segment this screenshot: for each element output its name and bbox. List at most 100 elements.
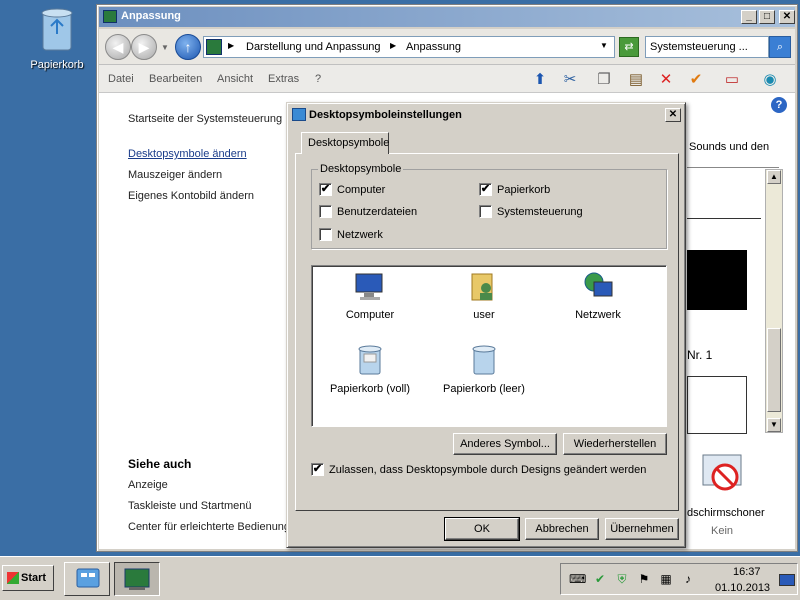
- breadcrumb-item-personalization[interactable]: Anpassung: [406, 41, 461, 53]
- start-button[interactable]: Start: [2, 565, 54, 591]
- search-input[interactable]: Systemsteuerung ...: [645, 36, 769, 58]
- tab-desktop-icons[interactable]: Desktopsymbole: [301, 132, 389, 154]
- control-panel-icon: [103, 10, 117, 23]
- breadcrumb-item-appearance[interactable]: Darstellung und Anpassung: [246, 41, 381, 53]
- delete-icon[interactable]: ✕: [655, 69, 677, 91]
- maximize-button[interactable]: □: [759, 10, 775, 24]
- tray-volume-icon[interactable]: ♪: [681, 572, 695, 586]
- window-titlebar[interactable]: Anpassung _ □ ✕: [99, 7, 795, 27]
- checkbox-recycle-bin[interactable]: ✔ Papierkorb: [479, 183, 550, 196]
- link-change-mouse-pointer[interactable]: Mauszeiger ändern: [128, 169, 222, 181]
- user-folder-icon: [471, 273, 493, 301]
- address-toolbar: ◀ ▶ ▼ ↑ ▶ Darstellung und Anpassung ▶ An…: [99, 29, 795, 65]
- checkbox-network-box[interactable]: [319, 228, 332, 241]
- checkbox-allow-themes[interactable]: ✔ Zulassen, dass Desktopsymbole durch De…: [311, 463, 646, 476]
- tray-sync-icon[interactable]: ✔: [593, 572, 607, 586]
- link-control-panel-home[interactable]: Startseite der Systemsteuerung: [128, 113, 282, 125]
- help-icon[interactable]: ?: [771, 97, 787, 113]
- link-change-desktop-icons[interactable]: Desktopsymbole ändern: [128, 148, 247, 160]
- checkbox-allow-themes-box[interactable]: ✔: [311, 463, 324, 476]
- checkbox-computer-box[interactable]: ✔: [319, 183, 332, 196]
- control-panel-taskbar-icon: [124, 568, 150, 590]
- start-label: Start: [21, 572, 47, 584]
- checkbox-computer-label: Computer: [337, 183, 386, 196]
- show-desktop-icon[interactable]: [779, 574, 795, 586]
- scroll-down-arrow[interactable]: ▼: [767, 418, 781, 432]
- menu-extras[interactable]: Extras: [268, 73, 299, 85]
- menu-help[interactable]: ?: [315, 73, 321, 85]
- checkbox-user-files-box[interactable]: [319, 205, 332, 218]
- ok-button[interactable]: OK: [444, 517, 520, 541]
- minimize-button[interactable]: _: [741, 10, 757, 24]
- list-item-label: Computer: [345, 309, 395, 321]
- menu-file[interactable]: Datei: [108, 73, 134, 85]
- list-item-label: user: [473, 309, 495, 321]
- restore-default-button[interactable]: Wiederherstellen: [563, 433, 667, 455]
- list-item-recycle-bin-empty[interactable]: Papierkorb (leer): [434, 344, 534, 395]
- change-icon-button[interactable]: Anderes Symbol...: [453, 433, 557, 455]
- close-button[interactable]: ✕: [779, 10, 795, 24]
- history-dropdown-icon[interactable]: ▼: [161, 43, 169, 52]
- menu-view[interactable]: Ansicht: [217, 73, 253, 85]
- up-folder-icon[interactable]: ⬆: [529, 69, 551, 91]
- icon-list[interactable]: Computer user Netzwerk Papierkorb (voll)…: [311, 265, 667, 427]
- link-ease-of-access[interactable]: Center für erleichterte Bedienung: [128, 521, 290, 533]
- search-button[interactable]: ⌕: [769, 36, 791, 58]
- dialog-close-button[interactable]: ✕: [665, 108, 681, 122]
- dialog-title: Desktopsymboleinstellungen: [309, 109, 462, 121]
- preview-scrollbar[interactable]: ▲ ▼: [765, 169, 783, 433]
- list-item-user[interactable]: user: [434, 272, 534, 321]
- taskbar-server-manager-button[interactable]: [64, 562, 110, 596]
- list-item-network[interactable]: Netzwerk: [548, 272, 648, 321]
- refresh-button[interactable]: ⇄: [619, 37, 639, 57]
- checkbox-network[interactable]: Netzwerk: [319, 228, 383, 241]
- link-taskbar-start-menu[interactable]: Taskleiste und Startmenü: [128, 500, 252, 512]
- address-dropdown-icon[interactable]: ▼: [600, 41, 608, 50]
- scroll-up-arrow[interactable]: ▲: [767, 170, 781, 184]
- screensaver-label[interactable]: dschirmschoner: [687, 507, 765, 519]
- list-item-recycle-bin-full[interactable]: Papierkorb (voll): [320, 344, 420, 395]
- cancel-button[interactable]: Abbrechen: [525, 518, 599, 540]
- address-bar[interactable]: ▶ Darstellung und Anpassung ▶ Anpassung …: [203, 36, 615, 58]
- taskbar-control-panel-button[interactable]: [114, 562, 160, 596]
- tray-flag-icon[interactable]: ⚑: [637, 572, 651, 586]
- see-also-heading: Siehe auch: [128, 457, 192, 471]
- sounds-text-fragment: Sounds und den: [689, 141, 770, 153]
- link-change-account-picture[interactable]: Eigenes Kontobild ändern: [128, 190, 254, 202]
- checkbox-user-files-label: Benutzerdateien: [337, 205, 418, 218]
- checkbox-control-panel[interactable]: Systemsteuerung: [479, 205, 583, 218]
- desktop-icon-recycle-bin[interactable]: Papierkorb: [22, 6, 92, 71]
- clock-date[interactable]: 01.10.2013: [715, 582, 770, 594]
- menu-edit[interactable]: Bearbeiten: [149, 73, 202, 85]
- checkbox-computer[interactable]: ✔ Computer: [319, 183, 385, 196]
- tray-network-icon[interactable]: ▦: [659, 572, 673, 586]
- clock-time[interactable]: 16:37: [733, 566, 761, 578]
- properties-icon[interactable]: ▭: [721, 69, 743, 91]
- checkbox-recycle-bin-box[interactable]: ✔: [479, 183, 492, 196]
- preview-monitor-screen: [687, 250, 747, 310]
- cut-icon[interactable]: ✂: [559, 69, 581, 91]
- paste-icon[interactable]: ▤: [625, 69, 647, 91]
- shell-icon[interactable]: ◉: [759, 69, 781, 91]
- window-title: Anpassung: [121, 10, 181, 22]
- breadcrumb-separator-icon: ▶: [228, 41, 235, 50]
- list-item-computer[interactable]: Computer: [320, 272, 420, 321]
- apply-button[interactable]: Übernehmen: [605, 518, 679, 540]
- screensaver-icon[interactable]: [699, 451, 745, 497]
- checkbox-control-panel-box[interactable]: [479, 205, 492, 218]
- server-manager-icon: [76, 568, 100, 588]
- link-display[interactable]: Anzeige: [128, 479, 168, 491]
- checkbox-allow-themes-label: Zulassen, dass Desktopsymbole durch Desi…: [329, 463, 647, 476]
- dialog-titlebar[interactable]: Desktopsymboleinstellungen ✕: [289, 105, 683, 125]
- recycle-bin-icon: [41, 8, 73, 51]
- forward-button[interactable]: ▶: [131, 34, 157, 60]
- tray-app-icon[interactable]: ⌨: [569, 572, 586, 586]
- back-button[interactable]: ◀: [105, 34, 131, 60]
- monitor-number-fragment: Nr. 1: [687, 348, 713, 362]
- up-button[interactable]: ↑: [175, 34, 201, 60]
- scroll-thumb[interactable]: [767, 328, 781, 412]
- checkmark-icon[interactable]: ✔: [685, 69, 707, 91]
- tray-shield-icon[interactable]: ⛨: [615, 572, 629, 586]
- checkbox-user-files[interactable]: Benutzerdateien: [319, 205, 417, 218]
- copy-icon[interactable]: ❐: [593, 69, 615, 91]
